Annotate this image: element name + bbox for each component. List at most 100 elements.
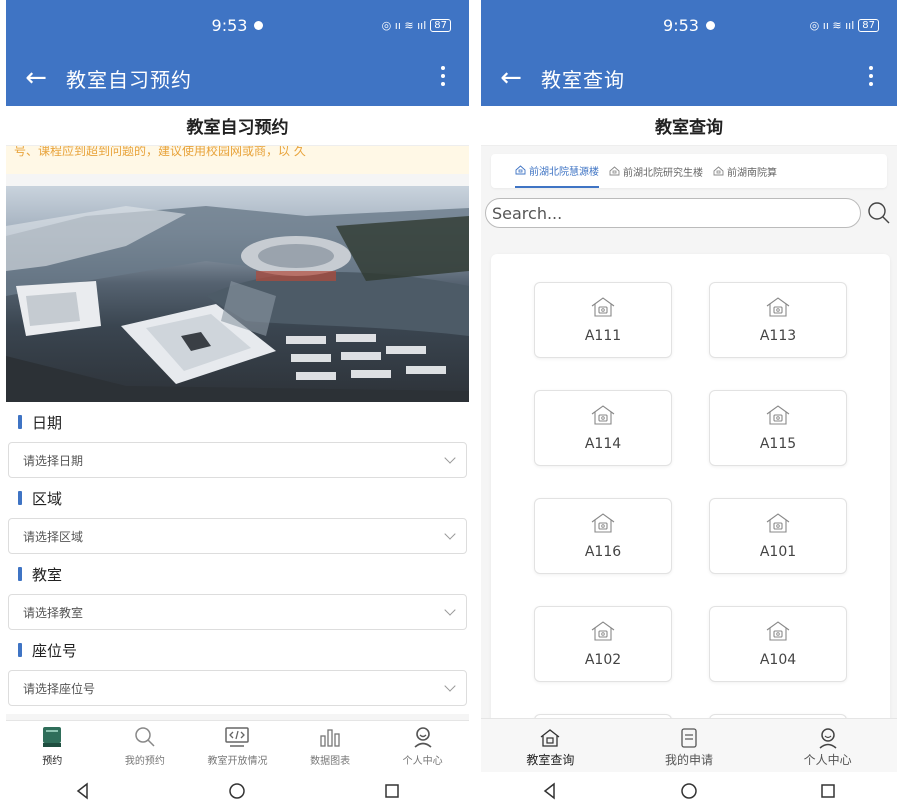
nav-home-icon[interactable]: [228, 782, 246, 800]
classroom-card[interactable]: A113: [709, 282, 847, 358]
notification-dot-icon: [254, 20, 264, 30]
classroom-label-text: 教室: [32, 565, 63, 584]
classroom-number: A101: [759, 544, 797, 560]
classroom-card[interactable]: A101: [709, 498, 847, 574]
aerial-campus-photo: [6, 206, 469, 402]
tab-profile[interactable]: 个人中心: [376, 721, 469, 772]
more-vertical-icon[interactable]: [869, 66, 873, 86]
classroom-grid: A111 A113 A114 A115 A116 A101 A102 A104: [491, 254, 890, 774]
tab-my-bookings[interactable]: 我的预约: [99, 721, 192, 772]
search-icon: [135, 727, 155, 747]
document-icon: [681, 728, 697, 748]
tab-classroom-status[interactable]: 教室开放情况: [191, 721, 284, 772]
arrow-left-icon[interactable]: ←: [6, 63, 66, 93]
classroom-label: 教室: [6, 554, 469, 594]
book-icon: [43, 727, 62, 747]
page-title: 教室查询: [481, 106, 897, 146]
nav-recents-icon[interactable]: [383, 782, 401, 800]
classroom-number: A102: [584, 652, 622, 668]
system-nav-bar: [481, 772, 897, 809]
notification-dot-icon: [705, 20, 715, 30]
bottom-tab-bar: 教室查询 我的申请 个人中心: [481, 718, 897, 776]
classroom-card[interactable]: A102: [534, 606, 672, 682]
more-vertical-icon[interactable]: [441, 66, 445, 86]
seat-label-text: 座位号: [32, 641, 78, 660]
tab-my-bookings-label: 我的预约: [124, 756, 165, 767]
bottom-tab-bar: 预约 我的预约 教室开放情况 数据图表 个人中心: [6, 720, 469, 772]
tab-booking-label: 预约: [42, 756, 63, 767]
tab-classroom-status-label: 教室开放情况: [207, 756, 268, 767]
classroom-card[interactable]: A104: [709, 606, 847, 682]
classroom-icon: [766, 297, 790, 317]
area-label: 区域: [6, 478, 469, 518]
tab-my-applications[interactable]: 我的申请: [620, 719, 759, 776]
search-input[interactable]: [485, 198, 861, 228]
area-label-text: 区域: [32, 489, 63, 508]
code-icon: [225, 727, 250, 747]
chevron-down-icon: [444, 604, 456, 616]
classroom-number: A113: [759, 328, 797, 344]
page-title: 教室自习预约: [6, 106, 469, 146]
search-icon[interactable]: [867, 201, 891, 225]
tab-profile-label: 个人中心: [402, 756, 443, 767]
classroom-number: A116: [584, 544, 622, 560]
status-time: 9:53: [663, 15, 699, 35]
classroom-select[interactable]: 请选择教室: [8, 594, 467, 630]
tab-profile-label: 个人中心: [803, 753, 852, 767]
tab-charts[interactable]: 数据图表: [284, 721, 377, 772]
tab-building-label: 前湖北院慧源楼: [529, 166, 599, 178]
date-label-text: 日期: [32, 413, 63, 432]
app-bar: ← 教室查询: [481, 50, 897, 106]
label-accent-bar: [18, 567, 22, 581]
battery-icon: 87: [858, 18, 879, 32]
tab-booking[interactable]: 预约: [6, 721, 99, 772]
status-bar: 9:53 ◎ ıı ≋ ııl 87: [481, 0, 897, 50]
seat-select-value: 请选择座位号: [23, 681, 96, 696]
nav-home-icon[interactable]: [680, 782, 698, 800]
classroom-icon: [766, 621, 790, 641]
nav-back-icon[interactable]: [541, 781, 559, 800]
tab-classroom-query[interactable]: 教室查询: [481, 719, 620, 776]
user-icon: [414, 727, 432, 748]
battery-icon: 87: [430, 18, 451, 32]
tab-building-huiyuan[interactable]: 前湖北院慧源楼: [515, 154, 599, 188]
building-tabs: 前湖北院慧源楼 前湖北院研究生楼 前湖南院算: [491, 154, 887, 188]
building-icon: [515, 165, 526, 175]
label-accent-bar: [18, 643, 22, 657]
search-bar: [485, 198, 891, 228]
chevron-down-icon: [444, 528, 456, 540]
chevron-down-icon: [444, 680, 456, 692]
tab-building-south[interactable]: 前湖南院算: [713, 154, 777, 188]
classroom-number: A115: [759, 436, 797, 452]
building-icon: [609, 166, 620, 176]
classroom-icon: [591, 297, 615, 317]
classroom-card[interactable]: A111: [534, 282, 672, 358]
campus-banner-image: [6, 186, 469, 402]
booking-form: 日期 请选择日期 区域 请选择区域 教室 请选择教室 座位号 请选择座位号: [6, 402, 469, 714]
arrow-left-icon[interactable]: ←: [481, 63, 541, 93]
seat-label: 座位号: [6, 630, 469, 670]
classroom-icon: [591, 621, 615, 641]
nav-back-icon[interactable]: [74, 781, 92, 800]
seat-select[interactable]: 请选择座位号: [8, 670, 467, 706]
date-select-value: 请选择日期: [23, 453, 84, 468]
tab-charts-label: 数据图表: [310, 756, 351, 767]
label-accent-bar: [18, 415, 22, 429]
app-bar-title: 教室查询: [541, 67, 625, 92]
classroom-select-value: 请选择教室: [23, 605, 84, 620]
app-bar-title: 教室自习预约: [66, 67, 192, 92]
area-select[interactable]: 请选择区域: [8, 518, 467, 554]
date-select[interactable]: 请选择日期: [8, 442, 467, 478]
user-icon: [819, 728, 837, 749]
classroom-icon: [766, 405, 790, 425]
classroom-card[interactable]: A114: [534, 390, 672, 466]
classroom-icon: [591, 513, 615, 533]
classroom-card[interactable]: A115: [709, 390, 847, 466]
status-time: 9:53: [211, 15, 248, 35]
tab-building-graduate[interactable]: 前湖北院研究生楼: [609, 154, 703, 188]
tab-building-label: 前湖北院研究生楼: [623, 167, 703, 179]
tab-profile[interactable]: 个人中心: [758, 719, 897, 776]
classroom-card[interactable]: A116: [534, 498, 672, 574]
nav-recents-icon[interactable]: [819, 782, 837, 800]
label-accent-bar: [18, 491, 22, 505]
